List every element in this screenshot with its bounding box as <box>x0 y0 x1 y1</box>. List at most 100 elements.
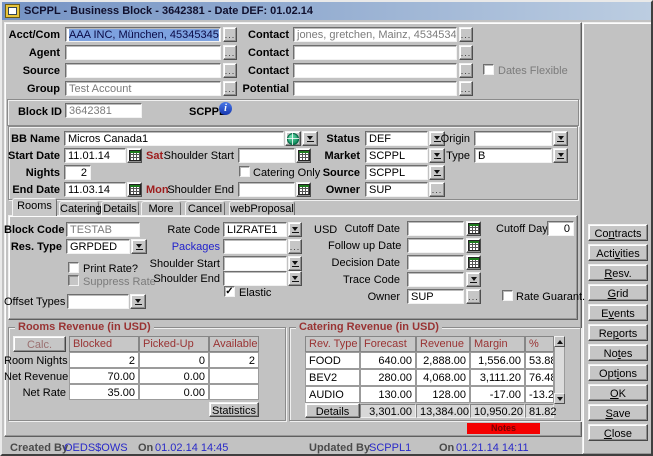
catering-cell-type[interactable]: FOOD <box>305 352 360 369</box>
follow-up-date-calendar-button[interactable] <box>466 238 481 253</box>
bb-name-field[interactable]: Micros Canada1 <box>64 131 284 146</box>
shoulder-end-field[interactable] <box>238 182 295 197</box>
rooms-cell[interactable] <box>209 384 259 400</box>
acct-com-field[interactable]: AAA INC, München, 45345345 <box>65 27 221 42</box>
catering-cell[interactable]: 280.00 <box>360 369 416 386</box>
catering-cell[interactable]: 53.88 <box>525 352 554 369</box>
bb-source-field[interactable]: SCPPL <box>365 165 428 180</box>
contact2-ellipsis-button[interactable]: ... <box>459 45 473 60</box>
catering-cell[interactable]: -13.28 <box>525 386 554 403</box>
catering-cell[interactable]: 640.00 <box>360 352 416 369</box>
catering-cell[interactable]: 1,556.00 <box>470 352 525 369</box>
contact1-field[interactable]: jones, gretchen, Mainz, 45345345 <box>293 27 457 42</box>
agent-field[interactable] <box>65 45 221 60</box>
rooms-cell[interactable]: 0.00 <box>139 368 209 384</box>
catering-cell[interactable]: 130.00 <box>360 386 416 403</box>
catering-cell-type[interactable]: AUDIO <box>305 386 360 403</box>
sidebar-button-reports[interactable]: Reports <box>588 324 648 341</box>
notes-indicator-badge[interactable]: Notes <box>467 423 540 434</box>
sidebar-button-resv[interactable]: Resv. <box>588 264 648 281</box>
catering-cell-type[interactable]: BEV2 <box>305 369 360 386</box>
rooms-cell[interactable] <box>209 368 259 384</box>
res-type-dropdown-button[interactable] <box>131 239 147 254</box>
rooms-cell[interactable]: 70.00 <box>69 368 139 384</box>
catering-cell[interactable]: 2,888.00 <box>416 352 470 369</box>
catering-cell[interactable]: 128.00 <box>416 386 470 403</box>
rooms-cell[interactable]: 0.00 <box>139 384 209 400</box>
tab-shoulder-start-field[interactable] <box>223 256 287 271</box>
scroll-up-button[interactable] <box>554 336 565 347</box>
rate-code-dropdown-button[interactable] <box>288 222 302 237</box>
tab-cancel[interactable]: Cancel <box>185 201 225 215</box>
rate-guarant-checkbox[interactable] <box>502 290 513 301</box>
catering-cell[interactable]: -17.00 <box>470 386 525 403</box>
origin-dropdown-button[interactable] <box>553 131 568 146</box>
tab-owner-field[interactable]: SUP <box>407 289 464 304</box>
calc-button[interactable]: Calc. <box>13 336 66 352</box>
tab-shoulder-end-dropdown-button[interactable] <box>288 271 302 286</box>
contact3-ellipsis-button[interactable]: ... <box>459 63 473 78</box>
shoulder-end-calendar-button[interactable] <box>296 182 311 197</box>
tab-shoulder-end-field[interactable] <box>223 271 287 286</box>
dates-flexible-checkbox[interactable] <box>483 64 494 75</box>
bb-name-globe-button[interactable] <box>285 131 301 146</box>
decision-date-field[interactable] <box>407 255 464 270</box>
sidebar-button-events[interactable]: Events <box>588 304 648 321</box>
type-dropdown-button[interactable] <box>553 148 568 163</box>
bb-owner-field[interactable]: SUP <box>365 182 428 197</box>
trace-code-dropdown-button[interactable] <box>466 272 481 287</box>
rate-code-field[interactable]: LIZRATE1 <box>223 222 287 237</box>
rooms-cell[interactable]: 35.00 <box>69 384 139 400</box>
rooms-cell[interactable]: 0 <box>139 352 209 368</box>
catering-cell[interactable]: 4,068.00 <box>416 369 470 386</box>
packages-link-label[interactable]: Packages <box>148 241 220 253</box>
sidebar-button-options[interactable]: Options <box>588 364 648 381</box>
rooms-cell[interactable]: 2 <box>209 352 259 368</box>
tab-rooms[interactable]: Rooms <box>12 198 57 216</box>
decision-date-calendar-button[interactable] <box>466 255 481 270</box>
contact1-ellipsis-button[interactable]: ... <box>459 27 473 42</box>
follow-up-date-field[interactable] <box>407 238 464 253</box>
status-field[interactable]: DEF <box>365 131 428 146</box>
bb-owner-ellipsis-button[interactable]: ... <box>429 182 445 197</box>
details-button[interactable]: Details <box>305 403 360 418</box>
print-rate-checkbox[interactable] <box>68 262 79 273</box>
contact3-field[interactable] <box>293 63 457 78</box>
start-date-field[interactable]: 11.01.14 <box>64 148 126 163</box>
market-field[interactable]: SCPPL <box>365 148 428 163</box>
elastic-checkbox[interactable] <box>224 286 235 297</box>
catering-cell[interactable]: 76.48 <box>525 369 554 386</box>
catering-only-checkbox[interactable] <box>239 166 250 177</box>
sidebar-button-ok[interactable]: OK <box>588 384 648 401</box>
sidebar-button-notes[interactable]: Notes <box>588 344 648 361</box>
catering-cell[interactable]: 3,111.20 <box>470 369 525 386</box>
start-date-calendar-button[interactable] <box>127 148 142 163</box>
sidebar-button-close[interactable]: Close <box>588 424 648 441</box>
end-date-calendar-button[interactable] <box>127 182 142 197</box>
group-field[interactable]: Test Account <box>65 81 221 96</box>
cutoff-date-calendar-button[interactable] <box>466 221 481 236</box>
potential-ellipsis-button[interactable]: ... <box>459 81 473 96</box>
res-type-field[interactable]: GRPDED <box>66 239 130 254</box>
sidebar-button-contracts[interactable]: Contracts <box>588 224 648 241</box>
type-field[interactable]: B <box>474 148 552 163</box>
cutoff-days-field[interactable]: 0 <box>547 221 574 236</box>
shoulder-start-calendar-button[interactable] <box>296 148 311 163</box>
bb-source-dropdown-button[interactable] <box>429 165 445 180</box>
tab-details[interactable]: Details <box>101 201 139 215</box>
scroll-down-button[interactable] <box>554 393 565 404</box>
packages-ellipsis-button[interactable]: ... <box>288 239 302 254</box>
tab-owner-ellipsis-button[interactable]: ... <box>466 289 481 304</box>
nights-field[interactable]: 2 <box>64 165 91 180</box>
block-id-field[interactable]: 3642381 <box>65 103 142 118</box>
packages-field[interactable] <box>223 239 287 254</box>
origin-field[interactable] <box>474 131 552 146</box>
offset-types-field[interactable] <box>67 294 129 309</box>
sidebar-button-save[interactable]: Save <box>588 404 648 421</box>
info-icon[interactable]: i <box>219 102 232 115</box>
cutoff-date-field[interactable] <box>407 221 464 236</box>
tab-catering[interactable]: Catering <box>59 201 99 215</box>
sidebar-button-activities[interactable]: Activities <box>588 244 648 261</box>
end-date-field[interactable]: 11.03.14 <box>64 182 126 197</box>
potential-field[interactable] <box>293 81 457 96</box>
